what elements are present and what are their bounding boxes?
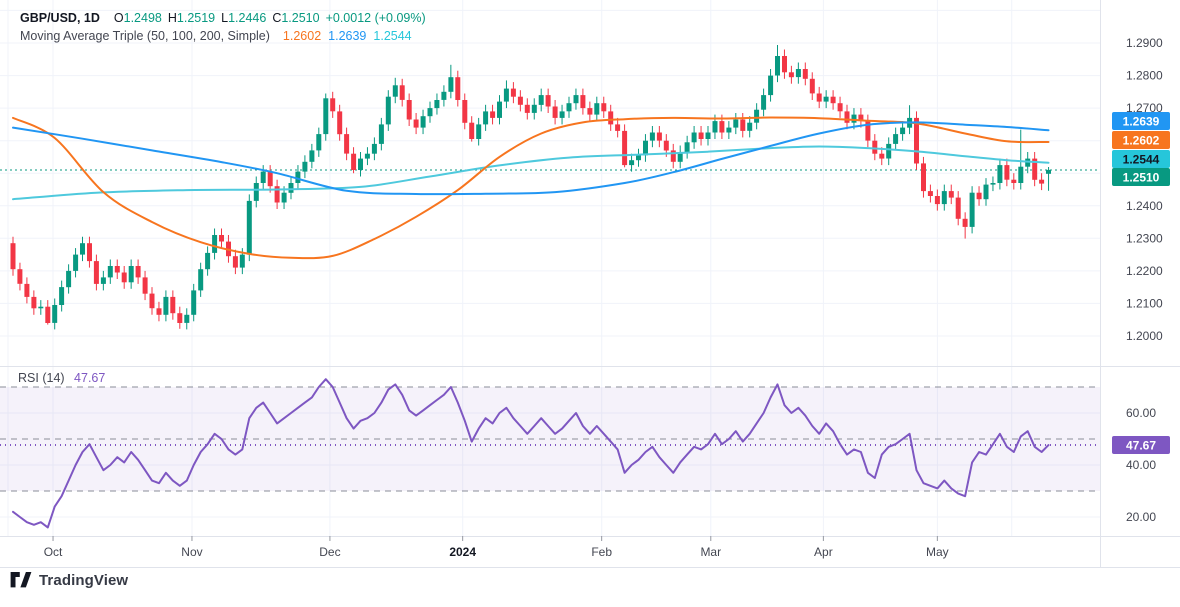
ohlc-value: 1.2498 — [123, 11, 162, 25]
time-axis-label: Apr — [814, 545, 833, 559]
symbol-title[interactable]: GBP/USD, 1D — [20, 11, 100, 25]
price-tick-label: 1.2000 — [1126, 329, 1163, 343]
svg-text:1.2510: 1.2510 — [1123, 171, 1160, 185]
price-tick-label: 1.2800 — [1126, 69, 1163, 83]
price-tick-label: 1.2400 — [1126, 199, 1163, 213]
time-axis-label: 2024 — [449, 545, 476, 559]
ohlc-letter: C — [272, 11, 282, 25]
time-axis-label: Nov — [181, 545, 202, 559]
svg-text:1.2544: 1.2544 — [1123, 153, 1160, 167]
time-axis-label: Feb — [591, 545, 612, 559]
price-change: +0.0012 (+0.09%) — [325, 11, 426, 25]
candles-layer[interactable] — [10, 45, 1052, 330]
ohlc-value: 1.2446 — [228, 11, 267, 25]
ohlc-value: 1.2519 — [176, 11, 216, 25]
indicator-label[interactable]: Moving Average Triple (50, 100, 200, Sim… — [20, 29, 270, 43]
time-axis-label: Oct — [44, 545, 63, 559]
time-axis[interactable]: Oct Nov Dec 2024 Feb Mar Apr May — [0, 536, 1180, 568]
rsi-info-bar: RSI (14) 47.67 — [18, 371, 105, 385]
price-axis[interactable]: 1.29001.28001.27001.26001.25001.24001.23… — [1100, 0, 1180, 567]
price-badge-1.2544: 1.2544 — [1112, 150, 1170, 168]
svg-text:47.67: 47.67 — [1126, 439, 1156, 453]
rsi-badge: 47.67 — [1112, 436, 1170, 455]
rsi-tick-label: 40.00 — [1126, 458, 1156, 472]
rsi-current-value: 47.67 — [74, 371, 106, 385]
ma-value: 1.2544 — [373, 29, 412, 43]
tradingview-logo-text: TradingView — [39, 571, 129, 589]
tradingview-logo-icon — [10, 572, 32, 588]
symbol-info-bar: GBP/USD, 1D O1.2498 H1.2519 L1.2446 C1.2510 +… — [20, 11, 426, 25]
ma-value: 1.2639 — [328, 29, 367, 43]
ohlc-letter: H — [167, 11, 177, 25]
svg-text:1.2639: 1.2639 — [1123, 115, 1160, 129]
price-badge-1.2602: 1.2602 — [1112, 131, 1170, 149]
price-tick-label: 1.2200 — [1126, 264, 1163, 278]
tradingview-chart-window: 1.29001.28001.27001.26001.25001.24001.23… — [0, 0, 1180, 607]
price-tick-label: 1.2100 — [1126, 296, 1163, 310]
ma-value: 1.2602 — [282, 29, 322, 43]
ma-line-sma100 — [12, 121, 1050, 196]
rsi-tick-label: 20.00 — [1126, 510, 1156, 524]
price-badge-1.2510: 1.2510 — [1112, 168, 1170, 186]
ohlc-value: 1.2510 — [281, 11, 320, 25]
time-axis-label: Mar — [700, 545, 721, 559]
rsi-label[interactable]: RSI — [18, 371, 39, 385]
chart-canvas[interactable]: 1.29001.28001.27001.26001.25001.24001.23… — [0, 0, 1180, 607]
rsi-params: (14) — [42, 371, 65, 385]
price-tick-label: 1.2900 — [1126, 36, 1163, 50]
ohlc-letter: O — [113, 11, 124, 25]
svg-text:1.2602: 1.2602 — [1123, 134, 1160, 148]
rsi-tick-label: 60.00 — [1126, 406, 1156, 420]
indicator-values: 1.2602 1.2639 1.2544 — [276, 29, 412, 43]
price-badge-1.2639: 1.2639 — [1112, 112, 1170, 130]
ohlc-values: O1.2498 H1.2519 L1.2446 C1.2510 — [108, 11, 320, 25]
time-axis-label: May — [926, 545, 949, 559]
time-axis-label: Dec — [319, 545, 340, 559]
price-tick-label: 1.2300 — [1126, 231, 1163, 245]
indicator-bar: Moving Average Triple (50, 100, 200, Sim… — [20, 29, 412, 43]
tradingview-attribution[interactable]: TradingView — [10, 571, 128, 589]
